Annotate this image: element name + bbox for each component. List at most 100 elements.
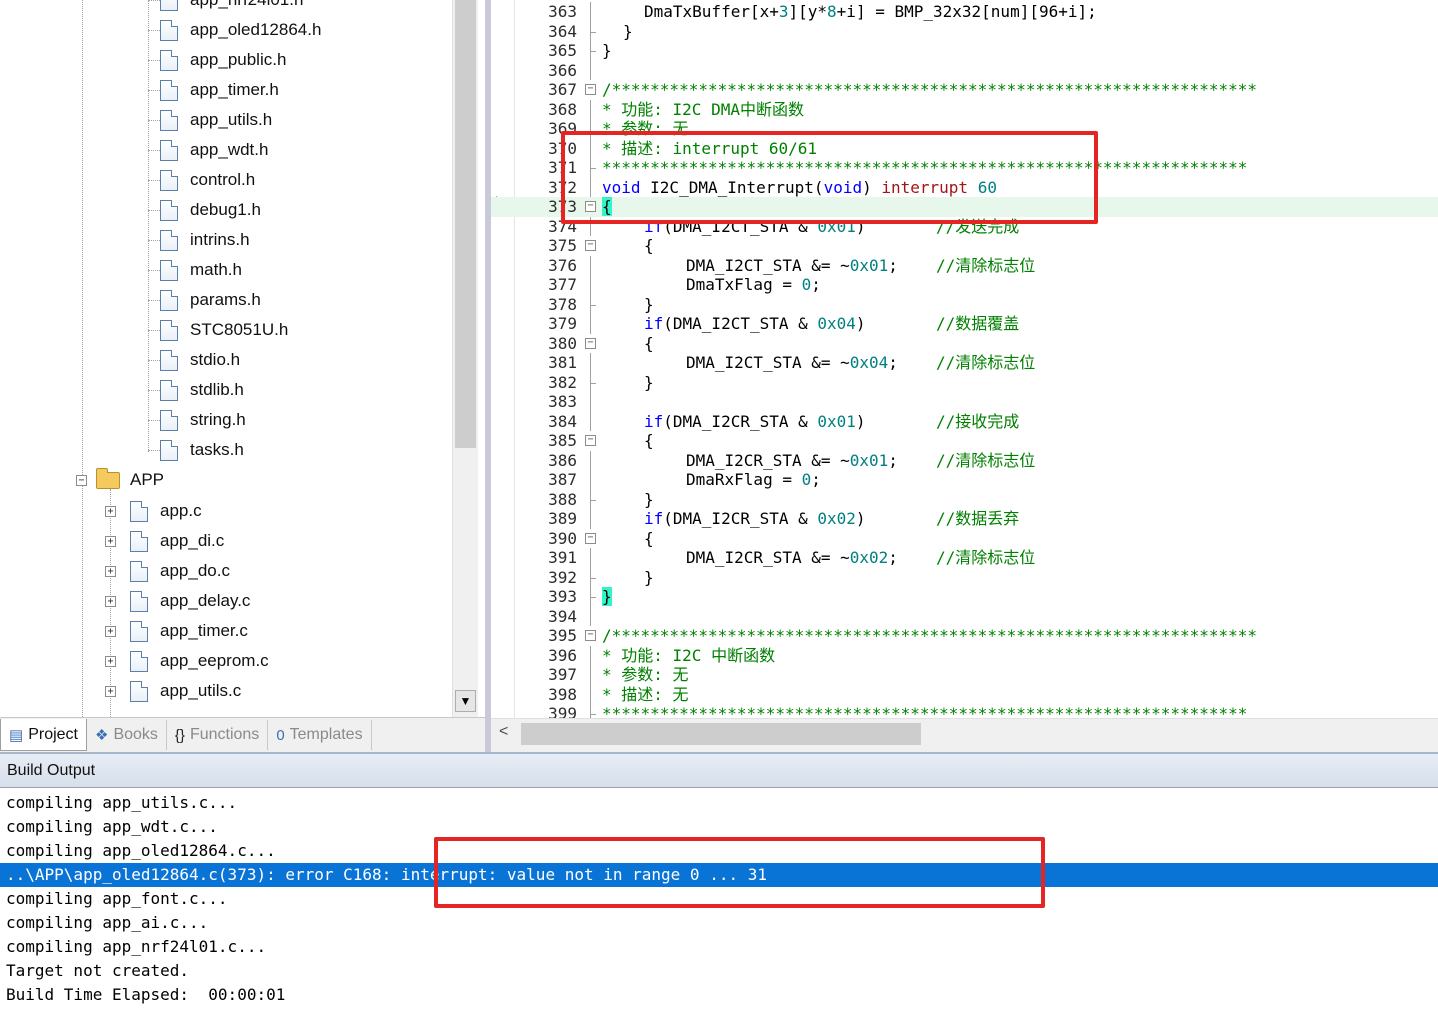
tab-functions[interactable]: {} Functions [167, 720, 269, 750]
tree-file-item[interactable]: debug1.h [160, 195, 261, 225]
code-line[interactable]: 373−{ [491, 197, 1438, 217]
code-line[interactable]: 392} [491, 567, 1438, 587]
fold-icon[interactable]: − [585, 84, 596, 95]
tree-file-item[interactable]: intrins.h [160, 225, 250, 255]
expand-icon[interactable]: + [105, 656, 116, 667]
code-line[interactable]: 384 if(DMA_I2CR_STA & 0x01) //接收完成 [491, 411, 1438, 431]
tree-file-item[interactable]: tasks.h [160, 435, 244, 465]
build-output-line[interactable]: compiling app_wdt.c... [0, 815, 1438, 839]
code-line[interactable]: 397 * 参数: 无 [491, 665, 1438, 685]
editor-horizontal-scrollbar[interactable]: < [491, 718, 1438, 752]
code-line[interactable]: 379 if(DMA_I2CT_STA & 0x04) //数据覆盖 [491, 314, 1438, 334]
build-output-lines[interactable]: compiling app_utils.c... compiling app_wd… [0, 791, 1438, 1007]
tree-file-item[interactable]: app_delay.c [130, 586, 250, 616]
line-number: 385 [548, 431, 577, 450]
fold-guide [590, 314, 591, 334]
expand-icon[interactable]: + [105, 686, 116, 697]
books-icon: ❖ [94, 727, 109, 744]
collapse-icon[interactable]: − [76, 475, 87, 486]
tree-file-item[interactable]: app_wdt.h [160, 135, 268, 165]
tree-scrollbar-thumb[interactable] [455, 0, 476, 448]
code-line[interactable]: 393} [491, 587, 1438, 607]
tree-file-item[interactable]: app_utils.c [130, 676, 241, 706]
build-output-line[interactable]: compiling app_ai.c... [0, 911, 1438, 935]
code-line[interactable]: 375− { [491, 236, 1438, 256]
code-line[interactable]: 382} [491, 372, 1438, 392]
code-line[interactable]: 371 *************************************… [491, 158, 1438, 178]
fold-icon[interactable]: − [585, 201, 596, 212]
fold-icon[interactable]: − [585, 532, 596, 544]
tree-file-item[interactable]: app_public.h [160, 45, 286, 75]
code-line[interactable]: 386 DMA_I2CR_STA &= ~0x01; //清除标志位 [491, 450, 1438, 470]
tree-file-item[interactable]: stdlib.h [160, 375, 244, 405]
tab-books[interactable]: ❖ Books [87, 720, 167, 750]
tree-file-item[interactable]: string.h [160, 405, 246, 435]
tree-file-item[interactable]: app_timer.h [160, 75, 279, 105]
expand-icon[interactable]: + [105, 566, 116, 577]
tree-file-item[interactable]: app_di.c [130, 526, 224, 556]
tree-file-item[interactable]: STC8051U.h [160, 315, 288, 345]
scroll-left-icon[interactable]: < [499, 723, 508, 741]
code-line[interactable]: 374 if(DMA_I2CT_STA & 0x01) //发送完成 [491, 216, 1438, 236]
code-line[interactable]: 387 DmaRxFlag = 0; [491, 470, 1438, 490]
scroll-down-icon[interactable]: ▼ [455, 690, 476, 712]
code-line[interactable]: 398 * 描述: 无 [491, 684, 1438, 704]
tree-file-item[interactable]: params.h [160, 285, 261, 315]
code-line[interactable]: 372 void I2C_DMA_Interrupt(void) interrup… [491, 177, 1438, 197]
code-line[interactable]: 399 *************************************… [491, 704, 1438, 718]
code-line[interactable]: 377 DmaTxFlag = 0; [491, 275, 1438, 295]
tree-file-item[interactable]: stdio.h [160, 345, 240, 375]
tree-scrollbar[interactable]: ▼ [452, 0, 478, 717]
code-line[interactable]: 380− { [491, 334, 1438, 354]
code-line[interactable]: 376 DMA_I2CT_STA &= ~0x01; //清除标志位 [491, 255, 1438, 275]
code-line[interactable]: 388} [491, 489, 1438, 509]
fold-icon[interactable]: − [585, 630, 596, 641]
build-output-line[interactable]: Build Time Elapsed: 00:00:01 [0, 983, 1438, 1007]
code-line[interactable]: 391 DMA_I2CR_STA &= ~0x02; //清除标志位 [491, 548, 1438, 568]
tree-file-item[interactable]: app.c [130, 496, 202, 526]
editor-scrollbar-thumb[interactable] [521, 723, 921, 745]
code-line[interactable]: 366 [491, 60, 1438, 80]
code-line[interactable]: 367−/***********************************… [491, 80, 1438, 100]
tree-file-item[interactable]: control.h [160, 165, 255, 195]
code-line[interactable]: 381 DMA_I2CT_STA &= ~0x04; //清除标志位 [491, 353, 1438, 373]
build-output-line[interactable]: compiling app_oled12864.c... [0, 839, 1438, 863]
code-line[interactable]: 390− { [491, 529, 1438, 549]
code-line[interactable]: 395−/***********************************… [491, 626, 1438, 646]
code-line[interactable]: 383 [491, 392, 1438, 412]
expand-icon[interactable]: + [105, 626, 116, 637]
code-editor[interactable]: 363 DmaTxBuffer[x+3][y*8+i] = BMP_32x32[n… [491, 0, 1438, 718]
tree-file-item[interactable]: math.h [160, 255, 242, 285]
code-line[interactable]: 396 * 功能: I2C 中断函数 [491, 645, 1438, 665]
fold-icon[interactable]: − [585, 240, 596, 251]
build-output-line[interactable]: Target not created. [0, 959, 1438, 983]
tree-file-item[interactable]: app_utils.h [160, 105, 272, 135]
expand-icon[interactable]: + [105, 506, 116, 517]
code-line[interactable]: 370 * 描述: interrupt 60/61 [491, 138, 1438, 158]
code-line[interactable]: 369 * 参数: 无 [491, 119, 1438, 139]
tab-templates[interactable]: 0 Templates [268, 720, 372, 750]
code-line[interactable]: 394 [491, 606, 1438, 626]
expand-icon[interactable]: + [105, 536, 116, 547]
code-line[interactable]: 389 if(DMA_I2CR_STA & 0x02) //数据丢弃 [491, 509, 1438, 529]
code-line[interactable]: 378} [491, 294, 1438, 314]
fold-icon[interactable]: − [585, 435, 596, 446]
code-line[interactable]: 385− { [491, 431, 1438, 451]
expand-icon[interactable]: + [105, 596, 116, 607]
tree-file-item[interactable]: app_oled12864.h [160, 15, 321, 45]
tree-folder-app[interactable]: APP [96, 465, 164, 495]
code-line[interactable]: 365} [491, 41, 1438, 61]
build-output-line[interactable]: compiling app_utils.c... [0, 791, 1438, 815]
code-line[interactable]: 364} [491, 21, 1438, 41]
tree-file-item[interactable]: app_timer.c [130, 616, 248, 646]
build-output-line[interactable]: compiling app_nrf24l01.c... [0, 935, 1438, 959]
build-output-line[interactable]: compiling app_font.c... [0, 887, 1438, 911]
tree-file-item[interactable]: app_eeprom.c [130, 646, 269, 676]
build-error-line[interactable]: ..\APP\app_oled12864.c(373): error C168:… [0, 863, 1438, 887]
tree-file-item[interactable]: app_do.c [130, 556, 230, 586]
code-line[interactable]: 368 * 功能: I2C DMA中断函数 [491, 99, 1438, 119]
code-line[interactable]: 363 DmaTxBuffer[x+3][y*8+i] = BMP_32x32[n… [491, 2, 1438, 22]
tab-project[interactable]: ▤ Project [0, 719, 87, 751]
fold-icon[interactable]: − [585, 337, 596, 349]
tree-file-item[interactable]: app_nrf24l01.h [160, 0, 303, 15]
